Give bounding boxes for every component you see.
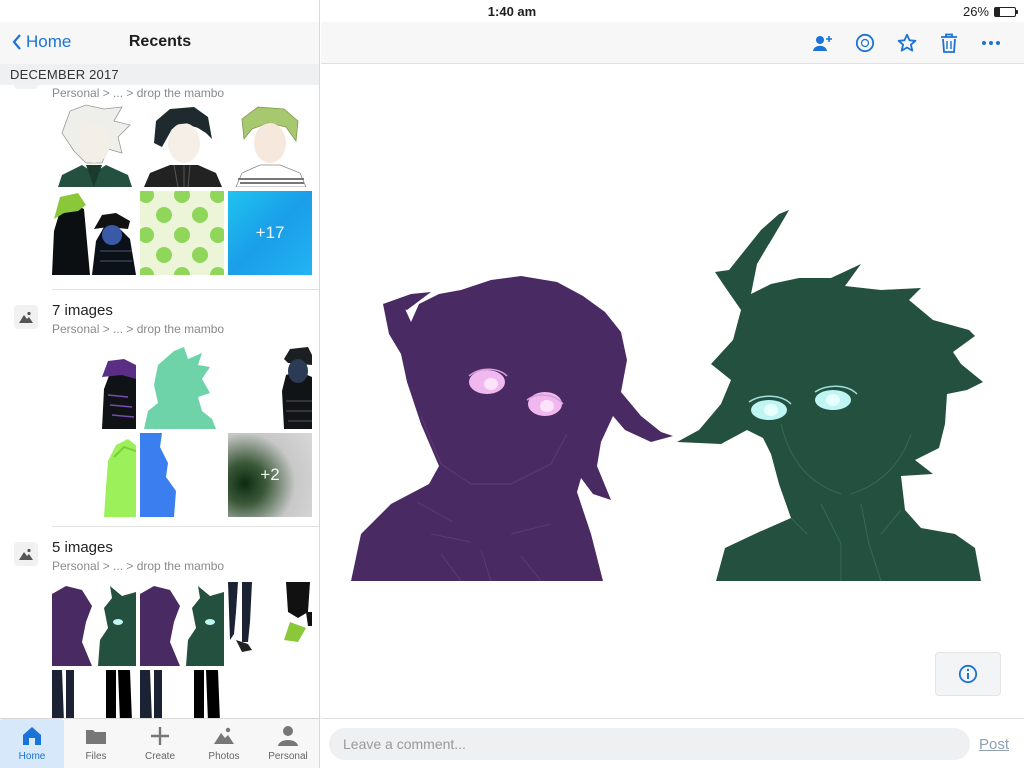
- thumbnail-more[interactable]: +17: [228, 191, 312, 275]
- thumbnail[interactable]: [52, 103, 136, 187]
- post-path: Personal > ... > drop the mambo: [52, 559, 225, 573]
- image-grid: +2: [52, 345, 312, 521]
- folder-icon: [86, 730, 106, 744]
- post-path: Personal > ... > drop the mambo: [52, 86, 225, 100]
- more-icon: [982, 41, 1000, 45]
- post-title: 7 images: [52, 302, 113, 319]
- tab-label: Create: [144, 751, 175, 762]
- recents-list[interactable]: Personal > ... > drop the mambo +17 7 im…: [0, 85, 319, 718]
- more-count: +17: [255, 223, 285, 242]
- tab-label: Home: [18, 751, 46, 762]
- image-viewer[interactable]: [321, 64, 1024, 717]
- post-item[interactable]: Personal > ... > drop the mambo +17: [0, 85, 319, 289]
- tab-create[interactable]: Create: [128, 719, 192, 768]
- more-count: +2: [260, 465, 280, 484]
- thumbnail[interactable]: [140, 191, 224, 275]
- home-icon: [23, 727, 41, 745]
- main-pane: Post: [321, 0, 1024, 768]
- divider: [52, 526, 319, 527]
- image-grid: +17: [52, 103, 312, 289]
- tab-files[interactable]: Files: [64, 719, 128, 768]
- plus-icon: [151, 727, 169, 745]
- share-people-button[interactable]: [812, 32, 834, 54]
- image-grid: [52, 582, 312, 718]
- photos-icon: [214, 727, 234, 744]
- image-info-button[interactable]: [935, 652, 1001, 696]
- post-image-icon: [14, 85, 38, 89]
- main-toolbar: [321, 22, 1024, 64]
- info-button[interactable]: [854, 32, 876, 54]
- sidebar-title: Recents: [0, 33, 319, 51]
- sidebar-title-text: Recents: [128, 33, 192, 50]
- tab-photos[interactable]: Photos: [192, 719, 256, 768]
- sidebar-header: Home Recents: [0, 22, 319, 64]
- post-item[interactable]: 7 images Personal > ... > drop the mambo: [0, 299, 319, 529]
- tab-label: Files: [85, 751, 107, 762]
- toolbar-actions: [812, 32, 1002, 54]
- tab-bar: Home Files Create Photos Personal: [0, 718, 319, 768]
- trash-icon: [941, 33, 957, 53]
- delete-button[interactable]: [938, 32, 960, 54]
- thumbnail[interactable]: [52, 670, 136, 718]
- purple-character: [351, 276, 673, 582]
- green-character: [677, 210, 983, 582]
- info-icon: [958, 664, 978, 684]
- star-icon: [897, 33, 917, 52]
- thumbnail[interactable]: [140, 433, 224, 517]
- thumbnail[interactable]: [140, 582, 224, 666]
- comment-bar: Post: [321, 718, 1024, 768]
- post-image-icon: [14, 305, 38, 329]
- thumbnail-more[interactable]: +2: [228, 433, 312, 517]
- tab-label: Photos: [208, 751, 240, 762]
- thumbnail[interactable]: [52, 582, 136, 666]
- sidebar: Home Recents DECEMBER 2017 Personal > ..…: [0, 0, 320, 768]
- post-button[interactable]: Post: [979, 736, 1009, 753]
- thumbnail[interactable]: [140, 670, 224, 718]
- thumbnail[interactable]: [52, 191, 136, 275]
- favorite-button[interactable]: [896, 32, 918, 54]
- thumbnail[interactable]: [52, 345, 136, 429]
- more-options-button[interactable]: [980, 32, 1002, 54]
- info-circle-icon: [855, 33, 875, 53]
- tab-label: Personal: [268, 751, 308, 762]
- thumbnail[interactable]: [140, 345, 224, 429]
- divider: [52, 289, 319, 290]
- post-image-icon: [14, 542, 38, 566]
- tab-home[interactable]: Home: [0, 719, 64, 768]
- thumbnail[interactable]: [228, 582, 312, 666]
- section-header: DECEMBER 2017: [0, 64, 319, 85]
- add-person-icon: [813, 36, 832, 51]
- artwork-image: [351, 210, 983, 582]
- person-icon: [278, 726, 298, 746]
- thumbnail[interactable]: [52, 433, 136, 517]
- thumbnail[interactable]: [228, 345, 312, 429]
- tab-personal[interactable]: Personal: [256, 719, 319, 768]
- post-title: 5 images: [52, 539, 113, 556]
- thumbnail[interactable]: [228, 103, 312, 187]
- post-item[interactable]: 5 images Personal > ... > drop the mambo: [0, 536, 319, 718]
- comment-input[interactable]: [329, 728, 970, 760]
- thumbnail[interactable]: [140, 103, 224, 187]
- post-path: Personal > ... > drop the mambo: [52, 322, 225, 336]
